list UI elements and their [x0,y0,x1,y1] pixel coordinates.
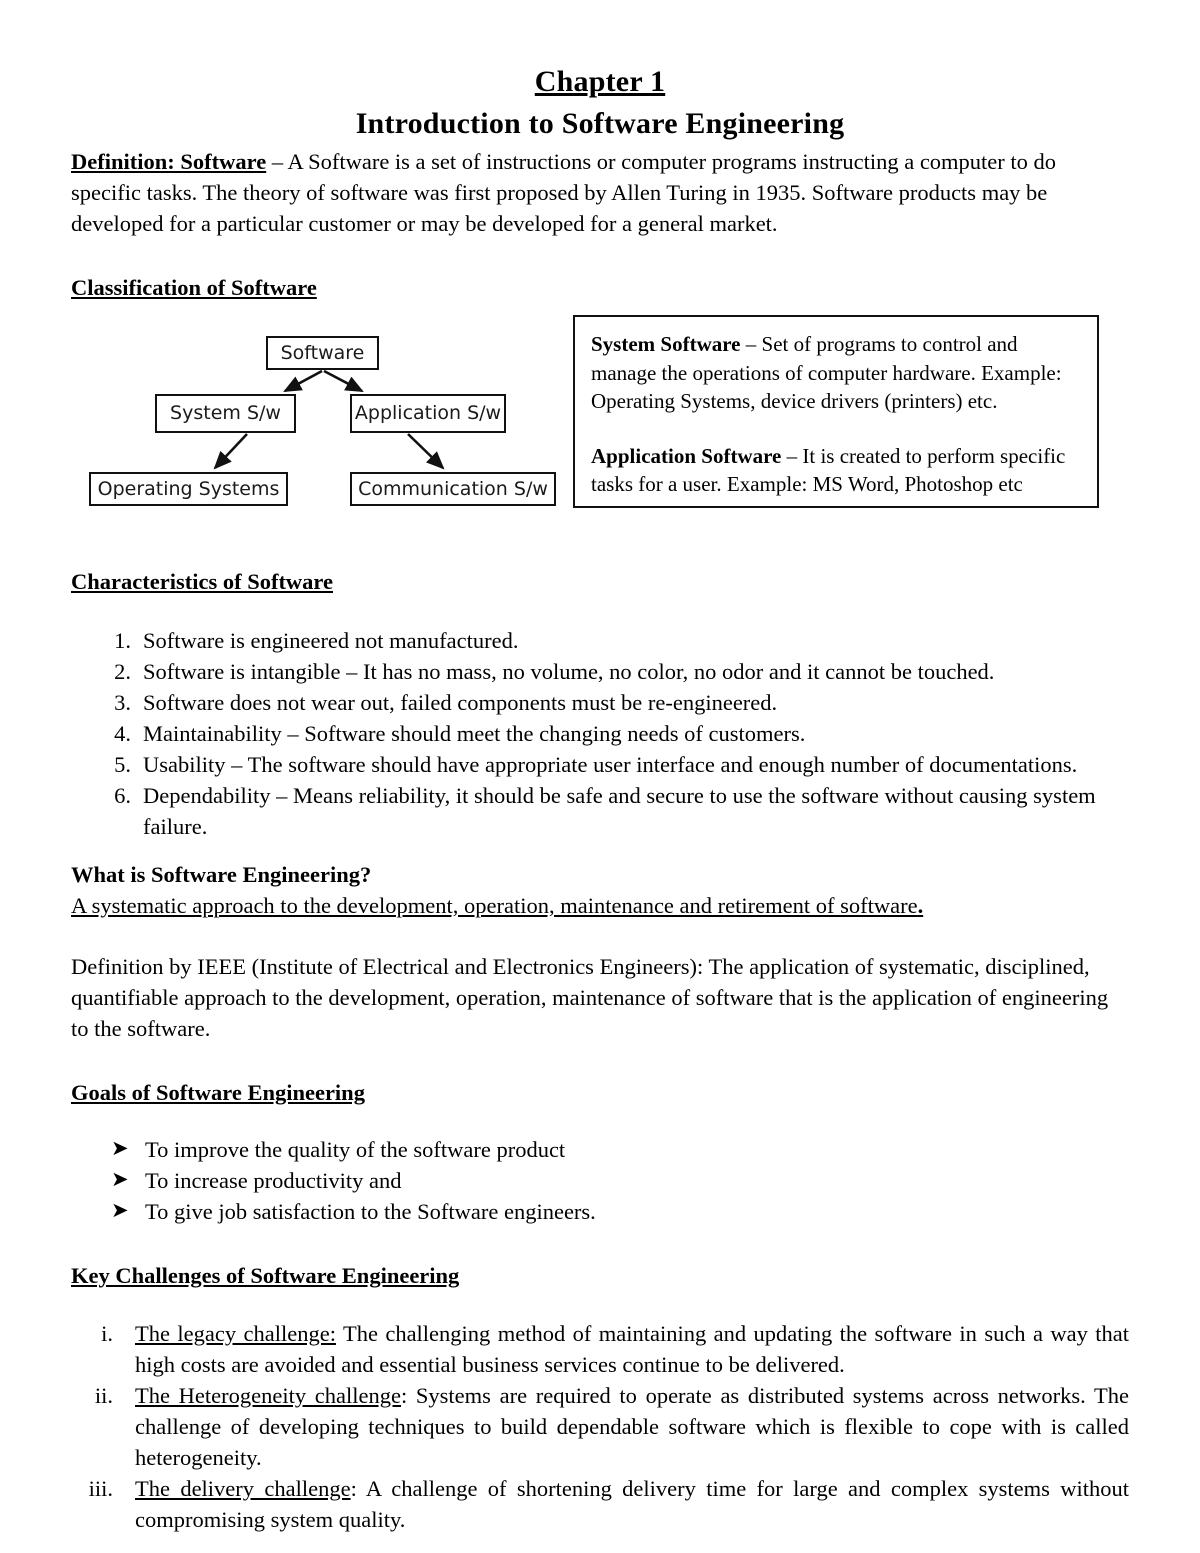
challenge-lead: The legacy challenge: [135,1321,336,1346]
section-heading-goals: Goals of Software Engineering [71,1080,365,1105]
chapter-label-text: Chapter 1 [534,65,666,98]
software-types-info-box: System Software – Set of programs to con… [573,315,1099,508]
list-item: ii. The Heterogeneity challenge: Systems … [71,1380,1129,1473]
list-marker: iii. [88,1476,113,1501]
section-challenges-heading-wrap: Key Challenges of Software Engineering [71,1261,1129,1291]
list-item: ➤ To increase productivity and [71,1165,1129,1196]
list-item-text: To improve the quality of the software p… [145,1137,566,1162]
list-item: i. The legacy challenge: The challenging … [71,1318,1129,1380]
document-body: Definition: Software – A Software is a s… [0,146,1200,1535]
list-item: 6. Dependability – Means reliability, it … [71,780,1129,842]
ieee-definition-paragraph: Definition by IEEE (Institute of Electri… [71,954,1109,1041]
list-item-text: Software does not wear out, failed compo… [143,690,778,715]
section-classification-heading-wrap: Classification of Software [71,273,1129,303]
list-item: iii. The delivery challenge: A challenge … [71,1473,1129,1535]
list-item-text: To give job satisfaction to the Software… [145,1199,596,1224]
what-is-se-heading-text: What is Software Engineering? [71,862,372,887]
section-goals-heading-wrap: Goals of Software Engineering [71,1078,1129,1108]
list-marker: 4. [114,721,131,746]
challenge-lead: The Heterogeneity challenge [135,1383,401,1408]
list-item: 2. Software is intangible – It has no mas… [71,656,1129,687]
key-challenges-list: i. The legacy challenge: The challenging … [71,1318,1129,1535]
list-item: 3. Software does not wear out, failed com… [71,687,1129,718]
what-is-se-answer-text: A systematic approach to the development… [71,893,918,918]
system-software-definition: System Software – Set of programs to con… [591,330,1083,416]
list-item: ➤ To give job satisfaction to the Softwar… [71,1196,1129,1227]
chapter-label: Chapter 1 [0,62,1200,102]
application-software-term: Application Software [591,443,782,468]
document-title-block: Chapter 1 Introduction to Software Engin… [0,0,1200,146]
info-box-gap [591,416,1083,442]
edge-software-to-system [283,369,323,393]
system-software-term: System Software [591,332,741,356]
goals-list: ➤ To improve the quality of the software … [71,1134,1129,1227]
challenge-lead: The delivery challenge [135,1476,351,1501]
list-item-text: Dependability – Means reliability, it sh… [143,783,1096,839]
list-marker: 6. [114,783,131,808]
section-characteristics-heading-wrap: Characteristics of Software [71,567,1129,597]
arrow-bullet-icon: ➤ [111,1136,129,1160]
list-marker: ii. [94,1383,113,1408]
diagram-node-system-sw: System S/w [155,394,296,433]
list-item: 1. Software is engineered not manufacture… [71,625,1129,656]
classification-diagram: Software System S/w Application S/w Oper… [71,315,1129,533]
list-item-text: To increase productivity and [145,1168,402,1193]
list-item-text: Software is engineered not manufactured. [143,628,519,653]
document-page: Chapter 1 Introduction to Software Engin… [0,0,1200,1553]
application-software-definition: Application Software – It is created to … [591,442,1083,499]
diagram-node-software: Software [266,336,379,370]
definition-lead: Definition: Software [71,149,267,174]
arrow-bullet-icon: ➤ [111,1198,129,1222]
section-heading-key-challenges: Key Challenges of Software Engineering [71,1263,460,1288]
what-is-se-answer-period: . [917,893,924,918]
list-item: 4. Maintainability – Software should meet… [71,718,1129,749]
list-item-text: Maintainability – Software should meet t… [143,721,806,746]
list-marker: i. [101,1321,113,1346]
list-marker: 5. [114,752,131,777]
what-is-se-heading: What is Software Engineering? [71,859,1129,890]
page-title: Introduction to Software Engineering [355,107,845,140]
list-marker: 1. [114,628,131,653]
edge-system-to-os [213,433,248,470]
diagram-node-application-sw: Application S/w [350,394,506,433]
list-item-text: Usability – The software should have app… [143,752,1078,777]
characteristics-list: 1. Software is engineered not manufacture… [71,625,1129,842]
edge-application-to-communication [407,433,445,470]
arrow-bullet-icon: ➤ [111,1167,129,1191]
diagram-node-operating-systems: Operating Systems [89,472,288,506]
list-item: ➤ To improve the quality of the software … [71,1134,1129,1165]
section-heading-characteristics: Characteristics of Software [71,569,334,594]
list-item-text: Software is intangible – It has no mass,… [143,659,995,684]
list-item: 5. Usability – The software should have a… [71,749,1129,780]
list-marker: 2. [114,659,131,684]
edge-software-to-application [323,369,364,393]
section-heading-classification: Classification of Software [71,275,317,300]
diagram-node-communication-sw: Communication S/w [350,472,556,506]
list-marker: 3. [114,690,131,715]
what-is-se-answer: A systematic approach to the development… [71,890,1129,921]
definition-paragraph: Definition: Software – A Software is a s… [71,146,1129,239]
